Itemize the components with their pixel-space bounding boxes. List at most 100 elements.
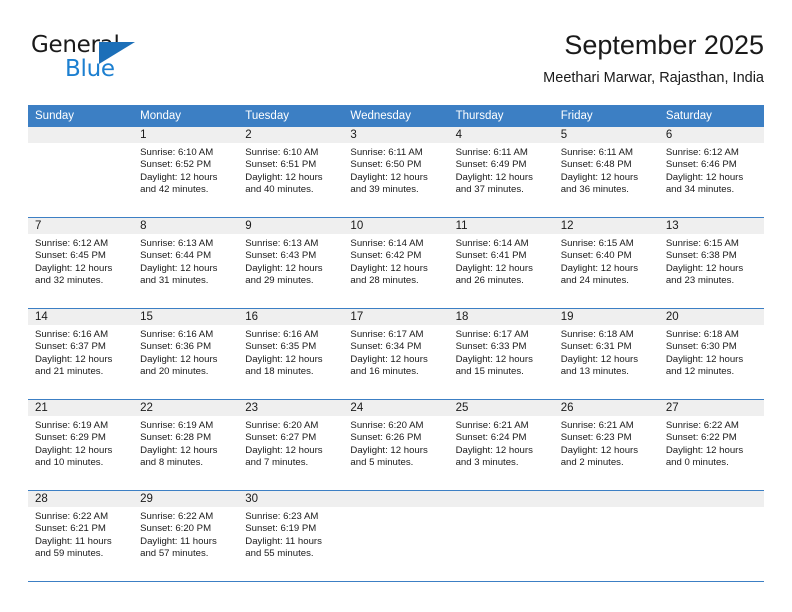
logo-text-blue: Blue <box>65 56 115 82</box>
day-cell[interactable]: 12 Sunrise: 6:15 AM Sunset: 6:40 PM Dayligh… <box>553 217 659 309</box>
day-number: 29 <box>133 491 239 507</box>
day-cell[interactable]: 27 Sunrise: 6:22 AM Sunset: 6:22 PM Dayligh… <box>658 399 764 491</box>
day-sunset-text: Sunset: 6:45 PM <box>35 250 106 262</box>
weekday-header-thursday: Thursday <box>448 105 554 127</box>
day-cell-empty <box>343 490 449 582</box>
day-cell[interactable]: 4 Sunrise: 6:11 AM Sunset: 6:49 PM Daylight… <box>448 127 554 218</box>
day-cell[interactable]: 24 Sunrise: 6:20 AM Sunset: 6:26 PM Dayligh… <box>343 399 449 491</box>
day-number: 19 <box>553 309 659 325</box>
day-number: 18 <box>448 309 554 325</box>
day-cell[interactable]: 16 Sunrise: 6:16 AM Sunset: 6:35 PM Dayligh… <box>238 308 344 400</box>
day-sunset-text: Sunset: 6:33 PM <box>455 341 527 353</box>
day-cell[interactable]: 30 Sunrise: 6:23 AM Sunset: 6:19 PM Dayligh… <box>238 490 344 582</box>
day-cell[interactable]: 2 Sunrise: 6:10 AM Sunset: 6:51 PM Daylight… <box>238 127 344 218</box>
day-cell[interactable]: 20 Sunrise: 6:18 AM Sunset: 6:30 PM Dayligh… <box>658 308 764 400</box>
day-daylight-line2-text: and 3 minutes. <box>455 456 519 468</box>
day-sun-info: Sunrise: 6:22 AM Sunset: 6:22 PM Daylight:… <box>659 416 764 469</box>
calendar-page: General Blue September 2025 Meethari Mar… <box>0 0 792 612</box>
day-daylight-line1-text: Daylight: 12 hours <box>350 353 428 365</box>
day-cell[interactable]: 29 Sunrise: 6:22 AM Sunset: 6:20 PM Dayligh… <box>133 490 239 582</box>
day-daylight-line1-text: Daylight: 12 hours <box>665 353 744 365</box>
day-cell[interactable]: 1 Sunrise: 6:10 AM Sunset: 6:52 PM Daylight… <box>133 127 239 218</box>
day-sun-info: Sunrise: 6:13 AM Sunset: 6:43 PM Daylight:… <box>238 234 343 287</box>
day-number: 30 <box>238 491 344 507</box>
day-sun-info: Sunrise: 6:11 AM Sunset: 6:50 PM Daylight:… <box>343 143 448 196</box>
day-daylight-line2-text: and 28 minutes. <box>350 274 419 286</box>
day-sun-info: Sunrise: 6:21 AM Sunset: 6:24 PM Daylight:… <box>449 416 554 469</box>
day-cell[interactable]: 15 Sunrise: 6:16 AM Sunset: 6:36 PM Dayligh… <box>133 308 239 400</box>
day-sunrise-text: Sunrise: 6:17 AM <box>455 329 529 340</box>
day-cell[interactable]: 28 Sunrise: 6:22 AM Sunset: 6:21 PM Dayligh… <box>28 490 134 582</box>
day-sunrise-text: Sunrise: 6:20 AM <box>245 420 319 431</box>
day-sun-info: Sunrise: 6:19 AM Sunset: 6:28 PM Daylight:… <box>133 416 238 469</box>
day-sun-info: Sunrise: 6:10 AM Sunset: 6:52 PM Daylight:… <box>133 143 238 196</box>
day-daylight-line1-text: Daylight: 12 hours <box>245 444 323 456</box>
day-cell[interactable]: 19 Sunrise: 6:18 AM Sunset: 6:31 PM Dayligh… <box>553 308 659 400</box>
day-sun-info: Sunrise: 6:13 AM Sunset: 6:44 PM Daylight:… <box>133 234 238 287</box>
day-cell[interactable]: 5 Sunrise: 6:11 AM Sunset: 6:48 PM Daylight… <box>553 127 659 218</box>
day-sun-info: Sunrise: 6:19 AM Sunset: 6:29 PM Daylight:… <box>28 416 133 469</box>
day-cell[interactable]: 8 Sunrise: 6:13 AM Sunset: 6:44 PM Daylight… <box>133 217 239 309</box>
day-cell[interactable]: 17 Sunrise: 6:17 AM Sunset: 6:34 PM Dayligh… <box>343 308 449 400</box>
day-sunrise-text: Sunrise: 6:16 AM <box>140 329 214 340</box>
day-number: 6 <box>658 127 764 143</box>
day-number: 20 <box>658 309 764 325</box>
day-cell[interactable]: 6 Sunrise: 6:12 AM Sunset: 6:46 PM Daylight… <box>658 127 764 218</box>
day-daylight-line1-text: Daylight: 11 hours <box>35 535 112 547</box>
day-sunrise-text: Sunrise: 6:10 AM <box>140 147 214 158</box>
day-number: 1 <box>133 127 239 143</box>
day-cell[interactable]: 10 Sunrise: 6:14 AM Sunset: 6:42 PM Dayligh… <box>343 217 449 309</box>
day-sun-info: Sunrise: 6:11 AM Sunset: 6:48 PM Daylight:… <box>554 143 659 196</box>
day-sunset-text: Sunset: 6:49 PM <box>455 159 527 171</box>
weekday-header-wednesday: Wednesday <box>343 105 449 127</box>
day-daylight-line1-text: Daylight: 12 hours <box>665 444 744 456</box>
day-daylight-line2-text: and 32 minutes. <box>35 274 104 286</box>
general-blue-logo: General Blue <box>31 32 151 84</box>
day-number <box>343 491 449 507</box>
day-cell[interactable]: 11 Sunrise: 6:14 AM Sunset: 6:41 PM Dayligh… <box>448 217 554 309</box>
day-daylight-line1-text: Daylight: 12 hours <box>665 171 744 183</box>
day-daylight-line2-text: and 55 minutes. <box>245 547 314 559</box>
weekday-header-friday: Friday <box>553 105 659 127</box>
day-daylight-line2-text: and 5 minutes. <box>350 456 414 468</box>
day-number: 7 <box>28 218 134 234</box>
day-daylight-line1-text: Daylight: 12 hours <box>245 353 323 365</box>
day-cell[interactable]: 26 Sunrise: 6:21 AM Sunset: 6:23 PM Dayligh… <box>553 399 659 491</box>
day-daylight-line1-text: Daylight: 12 hours <box>140 353 218 365</box>
day-daylight-line2-text: and 2 minutes. <box>560 456 624 468</box>
day-sun-info: Sunrise: 6:10 AM Sunset: 6:51 PM Daylight:… <box>238 143 343 196</box>
day-sunrise-text: Sunrise: 6:13 AM <box>140 238 214 249</box>
day-daylight-line1-text: Daylight: 11 hours <box>245 535 322 547</box>
day-sunset-text: Sunset: 6:52 PM <box>140 159 212 171</box>
day-cell[interactable]: 7 Sunrise: 6:12 AM Sunset: 6:45 PM Daylight… <box>28 217 134 309</box>
day-cell[interactable]: 25 Sunrise: 6:21 AM Sunset: 6:24 PM Dayligh… <box>448 399 554 491</box>
day-sunset-text: Sunset: 6:35 PM <box>245 341 317 353</box>
day-sunset-text: Sunset: 6:38 PM <box>665 250 737 262</box>
day-cell[interactable]: 22 Sunrise: 6:19 AM Sunset: 6:28 PM Dayligh… <box>133 399 239 491</box>
day-sunrise-text: Sunrise: 6:10 AM <box>245 147 319 158</box>
day-number: 16 <box>238 309 344 325</box>
day-number: 14 <box>28 309 134 325</box>
day-cell[interactable]: 9 Sunrise: 6:13 AM Sunset: 6:43 PM Daylight… <box>238 217 344 309</box>
day-sunrise-text: Sunrise: 6:12 AM <box>35 238 109 249</box>
day-sun-info: Sunrise: 6:16 AM Sunset: 6:36 PM Daylight:… <box>133 325 238 378</box>
day-sunset-text: Sunset: 6:44 PM <box>140 250 212 262</box>
day-sunrise-text: Sunrise: 6:21 AM <box>560 420 634 431</box>
day-sunset-text: Sunset: 6:30 PM <box>665 341 737 353</box>
day-cell[interactable]: 21 Sunrise: 6:19 AM Sunset: 6:29 PM Dayligh… <box>28 399 134 491</box>
day-sunset-text: Sunset: 6:41 PM <box>455 250 527 262</box>
day-daylight-line1-text: Daylight: 12 hours <box>35 262 113 274</box>
day-sunrise-text: Sunrise: 6:19 AM <box>140 420 214 431</box>
day-sun-info: Sunrise: 6:16 AM Sunset: 6:37 PM Daylight:… <box>28 325 133 378</box>
day-cell[interactable]: 23 Sunrise: 6:20 AM Sunset: 6:27 PM Dayligh… <box>238 399 344 491</box>
day-cell[interactable]: 14 Sunrise: 6:16 AM Sunset: 6:37 PM Dayligh… <box>28 308 134 400</box>
weekday-header-sunday: Sunday <box>28 105 134 127</box>
day-sunrise-text: Sunrise: 6:19 AM <box>35 420 109 431</box>
day-cell[interactable]: 18 Sunrise: 6:17 AM Sunset: 6:33 PM Dayligh… <box>448 308 554 400</box>
day-daylight-line1-text: Daylight: 12 hours <box>140 171 218 183</box>
day-cell[interactable]: 13 Sunrise: 6:15 AM Sunset: 6:38 PM Dayligh… <box>658 217 764 309</box>
day-cell[interactable]: 3 Sunrise: 6:11 AM Sunset: 6:50 PM Daylight… <box>343 127 449 218</box>
day-number <box>553 491 659 507</box>
day-number: 13 <box>658 218 764 234</box>
day-daylight-line1-text: Daylight: 12 hours <box>245 262 323 274</box>
